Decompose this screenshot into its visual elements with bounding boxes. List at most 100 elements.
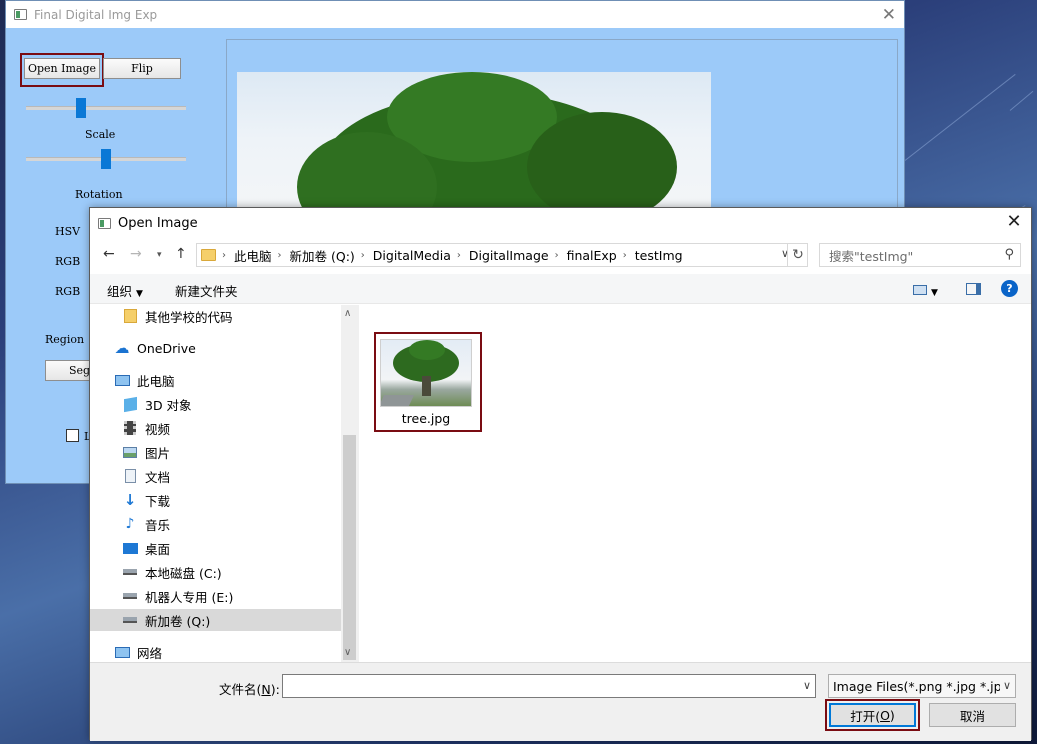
dialog-window-icon: [98, 218, 111, 229]
nav-item-label: 图片: [145, 445, 171, 461]
nav-item-other-code[interactable]: 其他学校的代码: [122, 305, 341, 327]
nav-item-label: 音乐: [145, 517, 171, 533]
segment-button[interactable]: Seg: [45, 360, 95, 381]
rotation-slider[interactable]: [26, 149, 186, 169]
scale-label: Scale: [85, 128, 116, 141]
computer-icon: [114, 373, 130, 387]
filename-input[interactable]: ∨: [282, 674, 816, 698]
breadcrumb-item[interactable]: finalExp: [567, 248, 617, 263]
nav-item-label: 此电脑: [137, 373, 175, 389]
open-image-highlight: [20, 53, 104, 87]
flip-button[interactable]: Flip: [103, 58, 181, 79]
chevron-down-icon: ▼: [136, 289, 143, 299]
nav-item-videos[interactable]: 视频: [122, 417, 341, 439]
nav-item-label: 视频: [145, 421, 171, 437]
nav-item-desktop[interactable]: 桌面: [122, 537, 341, 559]
breadcrumb-item[interactable]: 此电脑: [234, 246, 272, 265]
file-type-select[interactable]: Image Files(*.png *.jpg *.jpe ∨: [828, 674, 1016, 698]
network-icon: [114, 645, 130, 659]
chevron-down-icon[interactable]: ∨: [999, 679, 1011, 692]
hsv-label: HSV: [55, 225, 81, 238]
nav-item-onedrive[interactable]: ☁ OneDrive: [114, 337, 341, 359]
drive-icon: [122, 589, 138, 603]
nav-item-music[interactable]: ♪ 音乐: [122, 513, 341, 535]
breadcrumb-item[interactable]: DigitalMedia: [373, 248, 451, 263]
cube-icon: [122, 396, 138, 412]
navigation-scrollbar[interactable]: ∧ ∨: [341, 305, 358, 662]
desktop-icon: [122, 541, 138, 555]
search-icon: ⚲: [1004, 247, 1014, 262]
drive-icon: [122, 565, 138, 579]
nav-item-downloads[interactable]: ↓ 下载: [122, 489, 341, 511]
picture-icon: [122, 445, 138, 459]
nav-item-this-pc[interactable]: 此电脑: [114, 369, 341, 391]
document-icon: [122, 469, 138, 483]
breadcrumb-item[interactable]: DigitalImage: [469, 248, 549, 263]
app-window-icon: [14, 9, 27, 20]
nav-item-label: 本地磁盘 (C:): [145, 565, 222, 581]
scale-slider[interactable]: [26, 98, 186, 118]
refresh-icon[interactable]: ↻: [787, 243, 808, 267]
nav-item-label: 其他学校的代码: [145, 309, 233, 325]
cancel-button[interactable]: 取消: [929, 703, 1016, 727]
breadcrumb-separator: ›: [554, 249, 559, 261]
file-highlight: [374, 332, 482, 432]
scroll-down-icon[interactable]: ∨: [344, 647, 351, 658]
help-icon[interactable]: ?: [1001, 280, 1018, 297]
filename-label: 文件名(N):: [219, 682, 280, 697]
scale-slider-thumb[interactable]: [76, 98, 86, 118]
breadcrumb-separator: ›: [277, 249, 282, 261]
nav-item-label: 新加卷 (Q:): [145, 613, 211, 629]
nav-item-drive-e[interactable]: 机器人专用 (E:): [122, 585, 341, 607]
option-checkbox[interactable]: [66, 429, 79, 442]
nav-item-label: OneDrive: [137, 340, 196, 356]
folder-icon: [201, 249, 216, 261]
nav-item-label: 网络: [137, 645, 163, 661]
scroll-up-icon[interactable]: ∧: [344, 308, 351, 319]
folder-icon: [122, 309, 138, 323]
nav-item-label: 机器人专用 (E:): [145, 589, 234, 605]
organize-menu[interactable]: 组织 ▼: [107, 281, 143, 300]
nav-item-label: 桌面: [145, 541, 171, 557]
forward-arrow-icon[interactable]: →: [130, 246, 142, 262]
new-folder-button[interactable]: 新建文件夹: [175, 281, 238, 300]
back-arrow-icon[interactable]: ←: [103, 246, 115, 262]
music-icon: ♪: [125, 516, 135, 532]
nav-item-pictures[interactable]: 图片: [122, 441, 341, 463]
address-bar[interactable]: › 此电脑 › 新加卷 (Q:) › DigitalMedia › Digita…: [196, 243, 808, 267]
address-row: ← → ▾ ↑ › 此电脑 › 新加卷 (Q:) › DigitalMedia …: [90, 241, 1031, 269]
nav-item-drive-c[interactable]: 本地磁盘 (C:): [122, 561, 341, 583]
preview-pane-icon[interactable]: [966, 283, 981, 298]
loaded-tree-photo: [237, 72, 711, 222]
rgb-label-2: RGB: [55, 285, 81, 298]
up-arrow-icon[interactable]: ↑: [175, 246, 187, 262]
breadcrumb-item[interactable]: testImg: [635, 248, 683, 263]
dialog-title: Open Image: [118, 216, 198, 231]
breadcrumb-item[interactable]: 新加卷 (Q:): [290, 246, 355, 265]
app-close-icon[interactable]: ✕: [882, 5, 896, 25]
search-input[interactable]: 搜索"testImg" ⚲: [819, 243, 1021, 267]
open-image-dialog: Open Image ✕ ← → ▾ ↑ › 此电脑 › 新加卷 (Q:) › …: [89, 207, 1032, 741]
command-bar: 组织 ▼ 新建文件夹 ▼ ?: [90, 274, 1031, 304]
scrollbar-thumb[interactable]: [343, 435, 356, 660]
nav-item-label: 文档: [145, 469, 171, 485]
rotation-label: Rotation: [75, 188, 123, 201]
breadcrumb-separator: ›: [360, 249, 365, 261]
dialog-close-icon[interactable]: ✕: [1003, 211, 1025, 232]
video-icon: [122, 421, 138, 435]
search-placeholder: 搜索"testImg": [829, 248, 914, 264]
dialog-footer: 文件名(N): ∨ Image Files(*.png *.jpg *.jpe …: [90, 662, 1031, 741]
organize-label: 组织: [107, 284, 133, 299]
nav-item-network[interactable]: 网络: [114, 641, 341, 662]
recent-locations-icon[interactable]: ▾: [157, 250, 162, 260]
breadcrumb-separator: ›: [222, 249, 226, 261]
rotation-slider-thumb[interactable]: [101, 149, 111, 169]
navigation-pane: 其他学校的代码 ☁ OneDrive 此电脑 3D 对象 视频 图片 文档 ↓ …: [90, 305, 358, 662]
view-options-icon[interactable]: ▼: [913, 283, 938, 298]
nav-item-3d-objects[interactable]: 3D 对象: [122, 393, 341, 415]
app-title: Final Digital Img Exp: [34, 7, 158, 22]
breadcrumb-separator: ›: [622, 249, 627, 261]
nav-item-documents[interactable]: 文档: [122, 465, 341, 487]
nav-item-drive-q[interactable]: 新加卷 (Q:): [90, 609, 341, 631]
chevron-down-icon[interactable]: ∨: [803, 679, 811, 692]
